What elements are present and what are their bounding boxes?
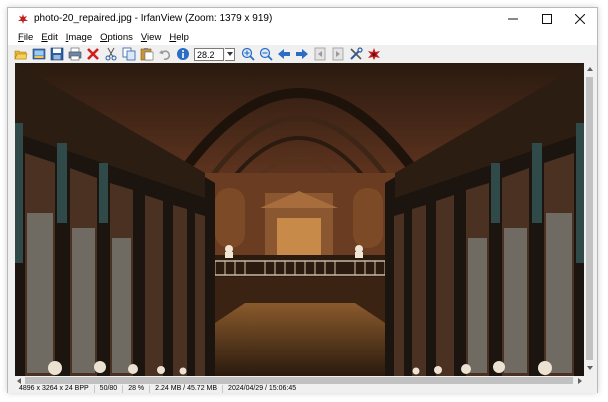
close-button[interactable] [563,8,597,30]
status-size: 2.24 MB / 45.72 MB [150,385,224,393]
vertical-scroll-thumb[interactable] [586,77,593,360]
zoom-in-icon [241,47,255,61]
delete-button[interactable] [86,47,100,61]
scroll-down-icon[interactable] [587,366,593,370]
slideshow-button[interactable] [32,47,46,61]
status-index: 50/80 [95,385,124,393]
chevron-down-icon [226,52,233,56]
minimize-button[interactable] [496,8,530,30]
zoom-dropdown[interactable] [225,47,235,61]
delete-icon [87,48,99,60]
image-canvas[interactable] [15,63,584,376]
window-title: photo-20_repaired.jpg - IrfanView (Zoom:… [34,13,273,24]
print-button[interactable] [68,47,82,61]
minimize-icon [508,18,518,20]
library-photo [15,63,584,376]
status-bar: 4896 x 3264 x 24 BPP 50/80 28 % 2.24 MB … [8,385,597,393]
app-icon [18,14,28,24]
open-icon [14,50,28,60]
status-dimensions: 4896 x 3264 x 24 BPP [14,385,95,393]
save-button[interactable] [50,47,64,61]
menu-file[interactable]: File [14,30,37,45]
maximize-button[interactable] [530,8,564,30]
menu-view[interactable]: View [137,30,165,45]
horizontal-scroll-thumb[interactable] [25,377,573,384]
open-button[interactable] [14,47,28,61]
info-button[interactable] [176,47,190,61]
title-bar: photo-20_repaired.jpg - IrfanView (Zoom:… [8,8,597,30]
undo-button[interactable] [158,47,172,61]
info-icon [177,48,189,60]
last-page-icon [332,47,344,61]
vertical-scrollbar[interactable] [584,63,595,376]
menu-options[interactable]: Options [96,30,137,45]
cut-button[interactable] [104,47,118,61]
zoom-out-icon [259,47,273,61]
scroll-left-icon[interactable] [17,378,21,384]
first-page-icon [314,47,326,61]
menu-help[interactable]: Help [165,30,193,45]
cut-icon [105,47,117,61]
status-zoom: 28 % [123,385,151,393]
paste-icon [140,48,154,61]
menu-edit[interactable]: Edit [37,30,61,45]
horizontal-scrollbar[interactable] [15,376,584,385]
zoom-input[interactable]: 28.2 [194,47,224,61]
toolbar: 28.2 [8,45,597,63]
zoom-out-button[interactable] [259,47,273,61]
irfanview-window: photo-20_repaired.jpg - IrfanView (Zoom:… [7,7,598,393]
undo-icon [159,50,171,61]
close-icon [575,14,585,24]
status-datetime: 2024/04/29 / 15:06:45 [228,385,297,392]
irfanview-button[interactable] [367,47,381,61]
first-page-button[interactable] [313,47,327,61]
copy-button[interactable] [122,47,136,61]
previous-button[interactable] [277,47,291,61]
scroll-right-icon[interactable] [578,378,582,384]
menu-image[interactable]: Image [62,30,96,45]
slideshow-icon [32,48,46,60]
settings-button[interactable] [349,47,363,61]
last-page-button[interactable] [331,47,345,61]
next-icon [296,49,308,59]
paste-button[interactable] [140,47,154,61]
save-icon [50,47,64,61]
scroll-up-icon[interactable] [587,67,593,71]
maximize-icon [542,14,552,24]
copy-icon [122,47,136,61]
menu-bar: File Edit Image Options View Help [8,30,597,45]
next-button[interactable] [295,47,309,61]
print-icon [68,47,82,61]
previous-icon [278,49,290,59]
settings-icon [350,47,363,60]
zoom-in-button[interactable] [241,47,255,61]
irfanview-icon [368,48,380,60]
